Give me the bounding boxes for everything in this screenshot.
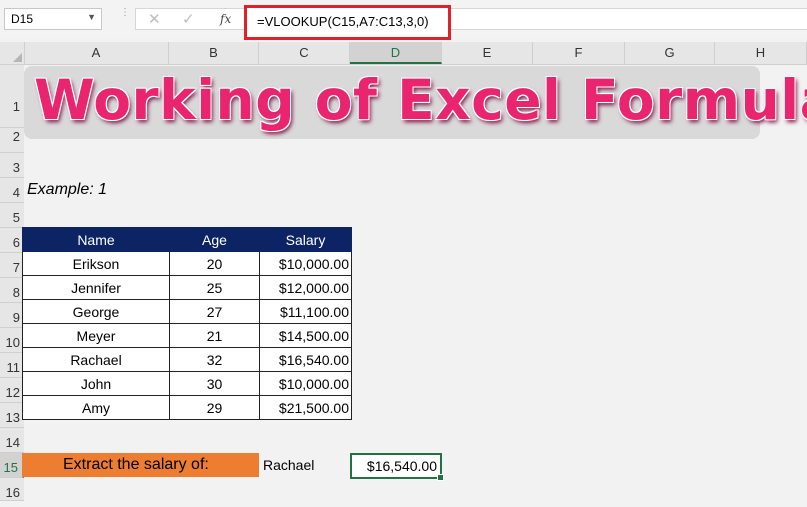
table-header-row: Name Age Salary <box>22 227 352 252</box>
cell-name[interactable]: Amy <box>22 395 170 420</box>
row-header-6[interactable]: 6 <box>0 228 24 253</box>
row-header-13[interactable]: 13 <box>0 403 24 428</box>
cell-salary[interactable]: $11,100.00 <box>259 299 352 324</box>
formula-bar-buttons: ✕ ✓ fx <box>135 8 245 30</box>
table-row: John 30 $10,000.00 <box>22 371 352 396</box>
cell-name[interactable]: Rachael <box>22 347 170 372</box>
row-header-8[interactable]: 8 <box>0 278 24 303</box>
example-label[interactable]: Example: 1 <box>27 181 107 199</box>
cell-age[interactable]: 27 <box>169 299 260 324</box>
row-header-9[interactable]: 9 <box>0 303 24 328</box>
row-header-4[interactable]: 4 <box>0 178 24 203</box>
column-header-h[interactable]: H <box>715 42 807 64</box>
formula-text: =VLOOKUP(C15,A7:C13,3,0) <box>257 14 429 29</box>
lookup-result-cell[interactable]: $16,540.00 <box>350 453 444 481</box>
lookup-label: Extract the salary of: <box>63 456 209 473</box>
cell-salary[interactable]: $14,500.00 <box>259 323 352 348</box>
lookup-label-cell[interactable]: Extract the salary of: <box>22 453 259 477</box>
dropdown-arrow-icon[interactable]: ▼ <box>87 12 96 22</box>
enter-icon[interactable]: ✓ <box>182 10 195 28</box>
table-row: Rachael 32 $16,540.00 <box>22 347 352 372</box>
title-text: Working of Excel Formula <box>34 68 807 132</box>
name-box-value: D15 <box>11 12 34 26</box>
row-header-3[interactable]: 3 <box>0 153 24 178</box>
row-header-1[interactable]: 1 <box>0 65 24 128</box>
table-row: Jennifer 25 $12,000.00 <box>22 275 352 300</box>
row-header-11[interactable]: 11 <box>0 353 24 378</box>
column-header-e[interactable]: E <box>442 42 533 64</box>
cell-age[interactable]: 30 <box>169 371 260 396</box>
cell-salary[interactable]: $12,000.00 <box>259 275 352 300</box>
table-row: Meyer 21 $14,500.00 <box>22 323 352 348</box>
formula-bar: D15 ▼ ⋮ ✕ ✓ fx =VLOOKUP(C15,A7:C13,3,0) <box>0 0 807 40</box>
cell-salary[interactable]: $10,000.00 <box>259 371 352 396</box>
table-row: George 27 $11,100.00 <box>22 299 352 324</box>
row-header-14[interactable]: 14 <box>0 428 24 453</box>
row-header-5[interactable]: 5 <box>0 203 24 228</box>
cell-age[interactable]: 21 <box>169 323 260 348</box>
formula-input-extension[interactable] <box>451 8 807 30</box>
row-header-2[interactable]: 2 <box>0 128 24 153</box>
column-header-a[interactable]: A <box>24 42 169 64</box>
data-table: Name Age Salary Erikson 20 $10,000.00 Je… <box>22 227 352 420</box>
cell-age[interactable]: 25 <box>169 275 260 300</box>
cancel-icon[interactable]: ✕ <box>148 10 161 28</box>
cell-salary[interactable]: $16,540.00 <box>259 347 352 372</box>
select-all-button[interactable] <box>0 42 25 64</box>
column-header-g[interactable]: G <box>625 42 715 64</box>
header-name[interactable]: Name <box>22 227 170 252</box>
row-header-10[interactable]: 10 <box>0 328 24 353</box>
column-header-f[interactable]: F <box>533 42 625 64</box>
fill-handle[interactable] <box>437 474 444 481</box>
cell-name[interactable]: Meyer <box>22 323 170 348</box>
row-header-7[interactable]: 7 <box>0 253 24 278</box>
cell-age[interactable]: 20 <box>169 251 260 276</box>
resize-dots-icon[interactable]: ⋮ <box>120 8 130 26</box>
lookup-value-cell[interactable]: Rachael <box>263 453 314 477</box>
cell-salary[interactable]: $10,000.00 <box>259 251 352 276</box>
column-header-d[interactable]: D <box>350 42 442 64</box>
header-age[interactable]: Age <box>169 227 260 252</box>
select-all-triangle-icon <box>13 53 22 62</box>
cell-age[interactable]: 29 <box>169 395 260 420</box>
table-row: Erikson 20 $10,000.00 <box>22 251 352 276</box>
table-row: Amy 29 $21,500.00 <box>22 395 352 420</box>
column-header-b[interactable]: B <box>169 42 259 64</box>
cell-name[interactable]: George <box>22 299 170 324</box>
cell-name[interactable]: John <box>22 371 170 396</box>
title-banner[interactable]: Working of Excel Formula <box>24 66 807 139</box>
cell-name[interactable]: Erikson <box>22 251 170 276</box>
name-box[interactable]: D15 ▼ <box>4 8 102 30</box>
lookup-result: $16,540.00 <box>366 458 437 474</box>
cell-age[interactable]: 32 <box>169 347 260 372</box>
cell-salary[interactable]: $21,500.00 <box>259 395 352 420</box>
insert-function-icon[interactable]: fx <box>220 12 231 26</box>
row-header-16[interactable]: 16 <box>0 478 24 501</box>
row-header-12[interactable]: 12 <box>0 378 24 403</box>
column-header-c[interactable]: C <box>259 42 350 64</box>
formula-input[interactable]: =VLOOKUP(C15,A7:C13,3,0) <box>244 5 451 40</box>
cell-name[interactable]: Jennifer <box>22 275 170 300</box>
header-salary[interactable]: Salary <box>259 227 352 252</box>
row-header-15[interactable]: 15 <box>0 453 24 478</box>
